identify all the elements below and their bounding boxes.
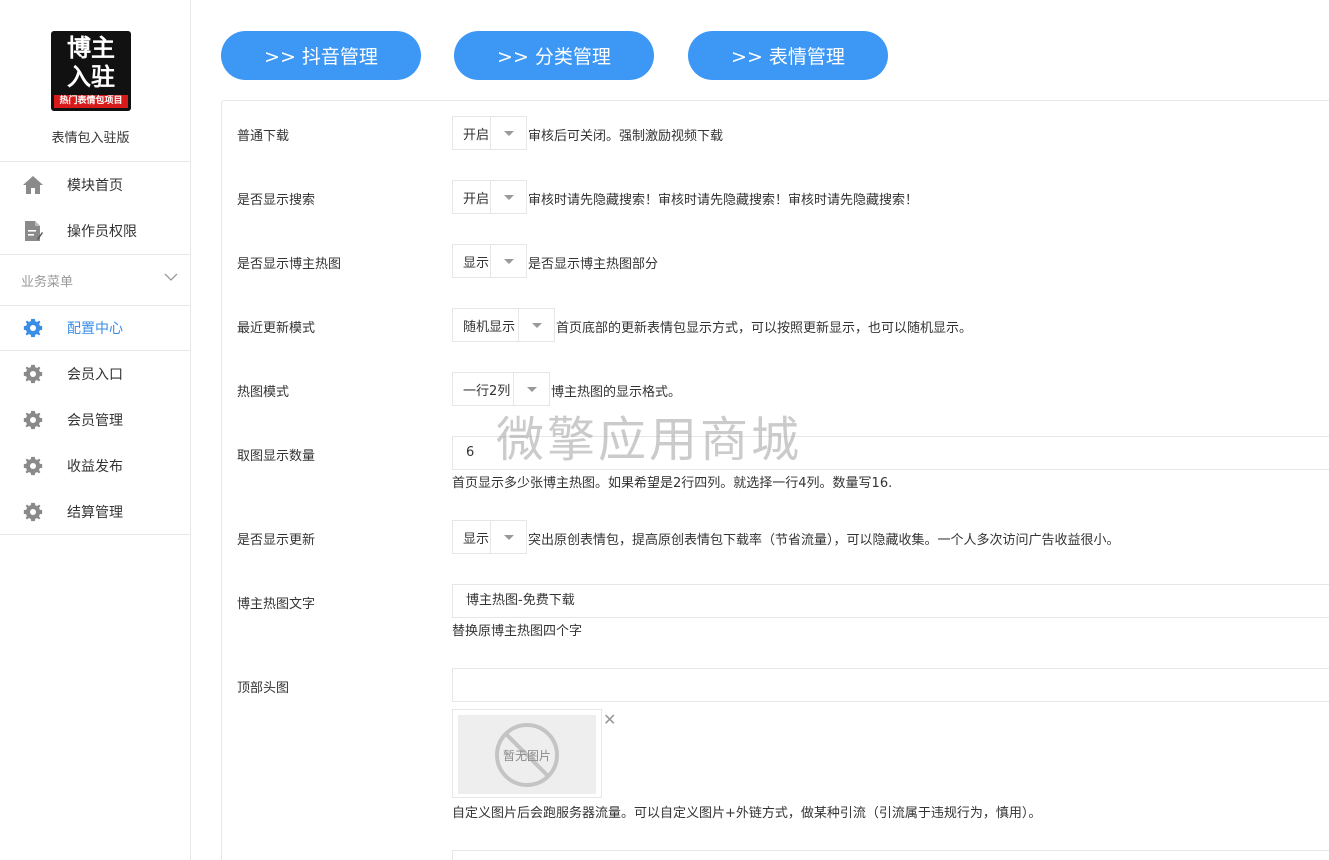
sidebar-item-member-management[interactable]: 会员管理 (0, 397, 190, 443)
home-icon (22, 174, 44, 196)
sidebar-item-member-entry[interactable]: 会员入口 (0, 351, 190, 397)
show-search-help: 审核时请先隐藏搜索！审核时请先隐藏搜索！审核时请先隐藏搜索！ (528, 193, 919, 208)
gear-icon (22, 409, 44, 431)
gear-icon (22, 455, 44, 477)
normal-download-label: 普通下载 (237, 129, 290, 144)
sidebar-item-module-home[interactable]: 模块首页 (0, 162, 190, 207)
show-hot-label: 是否显示博主热图 (237, 257, 342, 272)
brand-logo[interactable]: 博主 入驻 热门表情包项目 (51, 31, 131, 111)
logo-text-line2: 入驻 (67, 63, 115, 91)
select-value: 开启 (463, 191, 490, 207)
close-icon[interactable]: ✕ (603, 712, 616, 728)
sidebar-item-config-center[interactable]: 配置中心 (0, 306, 190, 351)
show-update-help: 突出原创表情包，提高原创表情包下载率（节省流量），可以隐藏收集。一个人多次访问广… (528, 533, 1120, 548)
document-edit-icon (22, 220, 44, 242)
recent-mode-help: 首页底部的更新表情包显示方式，可以按照更新显示，也可以随机显示。 (556, 321, 973, 336)
next-field-input[interactable] (452, 850, 1329, 860)
hot-mode-help: 博主热图的显示格式。 (551, 385, 682, 400)
show-update-select[interactable]: 显示 (452, 520, 527, 554)
hot-mode-label: 热图模式 (237, 385, 290, 400)
dropdown-arrow-icon (490, 181, 526, 213)
select-value: 显示 (463, 531, 490, 547)
recent-mode-label: 最近更新模式 (237, 321, 316, 336)
top-image-help: 自定义图片后会跑服务器流量。可以自定义图片+外链方式，做某种引流（引流属于违规行… (452, 806, 1042, 821)
dropdown-arrow-icon (490, 521, 526, 553)
normal-download-select[interactable]: 开启 (452, 116, 527, 150)
top-image-preview[interactable]: 暂无图片 (452, 709, 602, 798)
gear-icon (22, 363, 44, 385)
select-value: 显示 (463, 255, 490, 271)
hot-count-help: 首页显示多少张博主热图。如果希望是2行四列。就选择一行4列。数量写16. (452, 476, 893, 491)
show-search-select[interactable]: 开启 (452, 180, 527, 214)
douyin-management-button[interactable]: >> 抖音管理 (221, 31, 421, 80)
hot-count-label: 取图显示数量 (237, 449, 316, 464)
logo-text-line1: 博主 (67, 34, 115, 62)
dropdown-arrow-icon (490, 245, 526, 277)
brand-area: 博主 入驻 热门表情包项目 表情包入驻版 (0, 0, 190, 162)
sidebar-group-business-menu[interactable]: 业务菜单 (0, 254, 190, 306)
top-image-url-input[interactable] (452, 668, 1329, 702)
top-image-label: 顶部头图 (237, 681, 290, 696)
hot-text-help: 替换原博主热图四个字 (452, 624, 583, 639)
dropdown-arrow-icon (513, 373, 549, 405)
sidebar-item-revenue-publish[interactable]: 收益发布 (0, 443, 190, 489)
sidebar-item-label: 模块首页 (67, 177, 123, 194)
normal-download-help: 审核后可关闭。强制激励视频下载 (528, 129, 724, 144)
select-value: 一行2列 (463, 383, 511, 399)
chevron-down-icon (164, 271, 178, 286)
sidebar-item-label: 操作员权限 (67, 223, 137, 240)
dropdown-arrow-icon (490, 117, 526, 149)
sidebar-item-label: 结算管理 (67, 504, 123, 521)
logo-band: 热门表情包项目 (54, 95, 128, 108)
sidebar-item-label: 会员入口 (67, 367, 123, 383)
select-value: 随机显示 (463, 319, 516, 335)
no-image-text: 暂无图片 (502, 749, 551, 763)
sidebar: 博主 入驻 热门表情包项目 表情包入驻版 模块首页 操作员权限 业务菜单 配置中… (0, 0, 191, 860)
select-value: 开启 (463, 127, 490, 143)
sidebar-item-label: 配置中心 (67, 321, 123, 337)
hot-count-input[interactable]: 6 (452, 436, 1329, 470)
show-update-label: 是否显示更新 (237, 533, 316, 548)
gear-icon (22, 317, 44, 339)
sidebar-item-label: 会员管理 (67, 413, 123, 429)
dropdown-arrow-icon (518, 309, 554, 341)
hot-mode-select[interactable]: 一行2列 (452, 372, 550, 406)
sidebar-item-operator-permission[interactable]: 操作员权限 (0, 207, 190, 254)
emoji-management-button[interactable]: >> 表情管理 (688, 31, 888, 80)
brand-name: 表情包入驻版 (51, 131, 130, 146)
recent-mode-select[interactable]: 随机显示 (452, 308, 555, 342)
hot-text-input[interactable]: 博主热图-免费下载 (452, 584, 1329, 618)
gear-icon (22, 501, 44, 523)
category-management-button[interactable]: >> 分类管理 (454, 31, 654, 80)
no-image-placeholder: 暂无图片 (458, 715, 596, 794)
show-hot-select[interactable]: 显示 (452, 244, 527, 278)
sidebar-group-title: 业务菜单 (21, 274, 74, 290)
sidebar-item-settlement-management[interactable]: 结算管理 (0, 489, 190, 535)
sidebar-item-label: 收益发布 (67, 459, 123, 475)
show-hot-help: 是否显示博主热图部分 (528, 257, 659, 272)
hot-text-label: 博主热图文字 (237, 597, 316, 612)
show-search-label: 是否显示搜索 (237, 193, 316, 208)
